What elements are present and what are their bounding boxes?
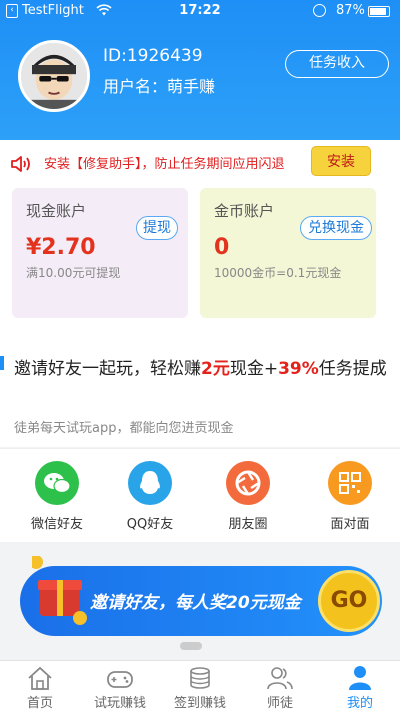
gift-icon	[32, 556, 87, 625]
tab-checkin-earn[interactable]: 签到赚钱	[160, 661, 240, 711]
moments-icon	[226, 461, 270, 505]
avatar[interactable]	[18, 40, 90, 112]
home-icon	[28, 666, 52, 690]
qrcode-icon	[328, 461, 372, 505]
tab-label: 师徒	[266, 696, 293, 711]
share-wechat[interactable]: 微信好友	[12, 461, 102, 532]
tab-home[interactable]: 首页	[0, 661, 80, 711]
coin-balance: 0	[214, 235, 230, 260]
username: 用户名：萌手赚	[103, 77, 216, 96]
share-label: 微信好友	[30, 517, 83, 532]
coin-account-title: 金币账户	[214, 202, 275, 220]
withdraw-button[interactable]: 提现	[136, 216, 178, 240]
tab-mine[interactable]: 我的	[320, 661, 400, 711]
rotation-lock-icon	[313, 4, 326, 17]
carousel-indicator	[180, 642, 202, 650]
people-icon	[267, 667, 293, 690]
notice-text: 安装【修复助手】，防止任务期间应用闪退	[44, 157, 285, 172]
status-bar: ‹ TestFlight 17:22 87%	[0, 0, 400, 22]
cash-account-card[interactable]: 现金账户 提现 ¥2.70 满10.00元可提现	[12, 188, 188, 318]
banner-text: 邀请好友，每人奖20元现金	[90, 593, 301, 613]
tab-label: 首页	[26, 696, 53, 711]
tab-label: 签到赚钱	[173, 696, 226, 711]
share-options: 微信好友 QQ好友 朋友圈 面对面	[0, 448, 400, 542]
invite-commission-rate: 39%	[278, 359, 319, 379]
profile-header: ‹ TestFlight 17:22 87% ID:1926439 用户名：萌手…	[0, 0, 400, 140]
user-id: ID:1926439	[103, 46, 203, 66]
tab-master-apprentice[interactable]: 师徒	[240, 661, 320, 711]
coin-exchange-rate: 10000金币=0.1元现金	[214, 266, 342, 280]
cash-withdraw-threshold: 满10.00元可提现	[26, 266, 121, 280]
tab-trial-earn[interactable]: 试玩赚钱	[80, 661, 160, 711]
gamepad-icon	[107, 671, 133, 688]
share-label: 朋友圈	[228, 517, 268, 532]
invite-title-part: 任务提成	[318, 359, 387, 379]
coins-icon	[190, 667, 210, 689]
invite-title-part: 现金+	[229, 359, 279, 379]
tab-label: 我的	[346, 696, 373, 711]
coin-account-card[interactable]: 金币账户 兑换现金 0 10000金币=0.1元现金	[200, 188, 376, 318]
share-face-to-face[interactable]: 面对面	[305, 461, 395, 532]
exchange-cash-button[interactable]: 兑换现金	[300, 216, 372, 240]
account-cards: 现金账户 提现 ¥2.70 满10.00元可提现 金币账户 兑换现金 0 100…	[0, 188, 400, 342]
invite-description: 徒弟每天试玩app，都能向您进贡现金	[14, 421, 234, 436]
banner-area: 邀请好友，每人奖20元现金 GO	[0, 542, 400, 660]
cash-balance: ¥2.70	[26, 235, 96, 260]
wechat-icon	[35, 461, 79, 505]
install-button[interactable]: 安装	[311, 146, 371, 176]
person-icon	[349, 666, 371, 690]
speaker-icon	[11, 156, 30, 172]
share-label: 面对面	[330, 517, 370, 532]
share-qq[interactable]: QQ好友	[105, 461, 195, 532]
battery-icon	[368, 6, 390, 17]
tab-label: 试玩赚钱	[93, 696, 146, 711]
avatar-image	[21, 43, 87, 109]
invite-title-part: 邀请好友一起玩，轻松赚	[14, 359, 201, 379]
invite-banner[interactable]: 邀请好友，每人奖20元现金 GO	[20, 556, 382, 636]
invite-reward-amount: 2元	[201, 359, 230, 379]
share-moments[interactable]: 朋友圈	[203, 461, 293, 532]
invite-section: 邀请好友一起玩，轻松赚2元现金+39%任务提成 徒弟每天试玩app，都能向您进贡…	[0, 342, 400, 447]
qq-icon	[128, 461, 172, 505]
battery-percent: 87%	[336, 3, 365, 18]
cash-account-title: 现金账户	[26, 202, 87, 220]
task-income-button[interactable]: 任务收入	[285, 50, 389, 78]
go-button[interactable]: GO	[318, 570, 380, 632]
share-label: QQ好友	[126, 517, 174, 532]
bottom-tab-bar: 首页 试玩赚钱 签到赚钱 师徒 我的	[0, 660, 400, 711]
invite-title: 邀请好友一起玩，轻松赚2元现金+39%任务提成	[0, 353, 396, 386]
